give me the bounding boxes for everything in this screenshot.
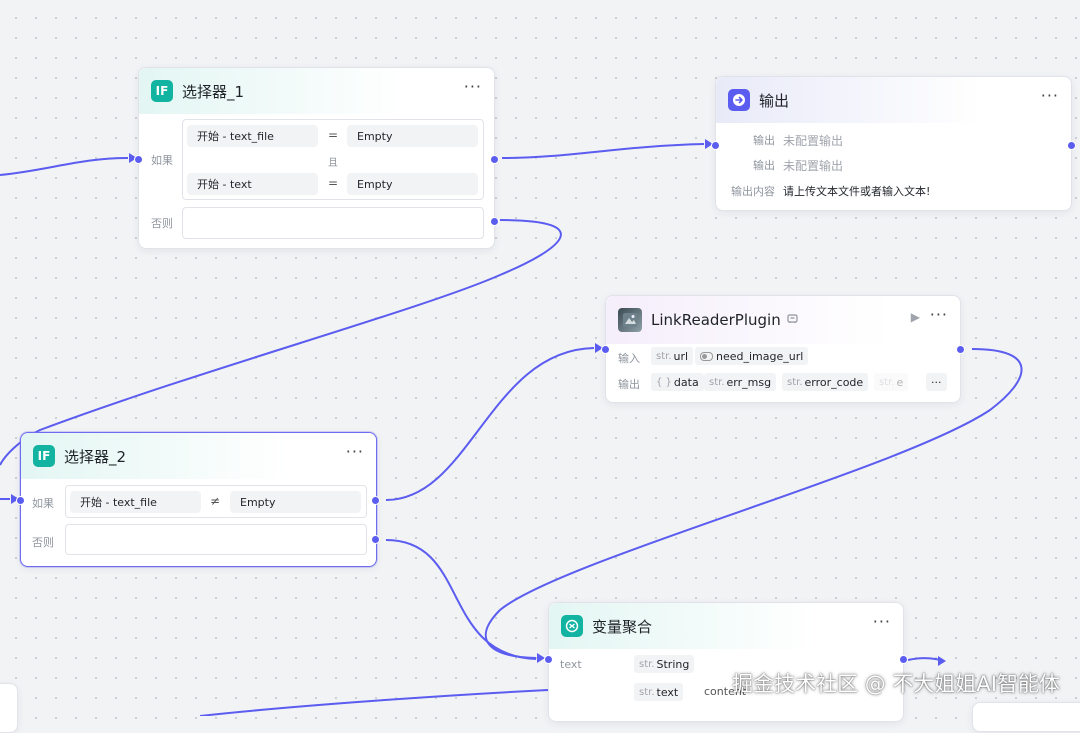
- more-options-icon[interactable]: ···: [464, 79, 482, 95]
- output-port[interactable]: [956, 345, 965, 354]
- condition-right-value[interactable]: Empty: [347, 173, 478, 195]
- variable-aggregator-node[interactable]: 变量聚合 ··· text str. String str. text conten…: [544, 602, 908, 722]
- if-output-port[interactable]: [490, 155, 499, 164]
- variable-tag-text: str. text: [634, 683, 684, 701]
- output-node[interactable]: 输出 ··· 输出 未配置输出 输出 未配置输出 输出内容 请上传文本文件或者输…: [711, 76, 1076, 211]
- output-label: 输出: [618, 378, 640, 391]
- more-options-icon[interactable]: ···: [346, 444, 364, 460]
- output-row-label: 输出: [753, 159, 775, 172]
- input-port[interactable]: [134, 155, 143, 164]
- node-title: 选择器_1: [182, 82, 245, 101]
- if-output-port[interactable]: [371, 496, 380, 505]
- selector-1-node[interactable]: IF 选择器_1 ··· 如果 开始 - text_file = Empty 且…: [134, 67, 499, 249]
- output-param-data: { } data: [651, 373, 704, 391]
- if-label: 如果: [151, 154, 173, 167]
- input-port[interactable]: [544, 655, 553, 664]
- input-port[interactable]: [711, 141, 720, 150]
- edge-aggregator-out: [907, 657, 944, 663]
- aggregator-header: 变量聚合: [549, 603, 903, 649]
- input-port[interactable]: [601, 345, 610, 354]
- output-port[interactable]: [899, 655, 908, 664]
- and-connector: 且: [328, 158, 338, 169]
- plugin-header: LinkReaderPlugin: [606, 296, 960, 344]
- output-header: 输出: [716, 77, 1071, 123]
- node-title: LinkReaderPlugin: [651, 311, 781, 329]
- output-content-label: 输出内容: [731, 185, 775, 198]
- condition-right-value[interactable]: Empty: [230, 491, 361, 513]
- edge-selector1-else-to-selector2: [0, 219, 562, 466]
- condition-left-value[interactable]: 开始 - text_file: [187, 125, 318, 147]
- else-output-port[interactable]: [490, 217, 499, 226]
- condition-left-value[interactable]: 开始 - text: [187, 173, 318, 195]
- output-param-err-msg: str. err_msg: [704, 373, 777, 391]
- edge-left-to-selector1: [0, 157, 129, 176]
- offscreen-node-bottom-right[interactable]: [972, 702, 1080, 732]
- more-params-button[interactable]: ···: [926, 373, 947, 391]
- node-title: 输出: [759, 91, 790, 110]
- condition-left-value[interactable]: 开始 - text_file: [70, 491, 201, 513]
- more-options-icon[interactable]: ···: [1041, 88, 1059, 104]
- output-content-value: 请上传文本文件或者输入文本!: [783, 185, 931, 198]
- output-row-value: 未配置输出: [783, 159, 844, 173]
- input-port[interactable]: [16, 496, 25, 505]
- node-title: 选择器_2: [64, 447, 127, 466]
- condition-operator[interactable]: =: [326, 128, 340, 142]
- else-label: 否则: [151, 217, 173, 230]
- edge-selector2-else-to-aggregator: [385, 539, 537, 660]
- else-branch-box[interactable]: [182, 207, 484, 239]
- plugin-badge-icon: [787, 313, 798, 327]
- selector-2-node[interactable]: IF 选择器_2 ··· 如果 开始 - text_file ≠ Empty 否…: [16, 432, 380, 567]
- output-param-error-code: str. error_code: [782, 373, 869, 391]
- input-param-url: str. url: [651, 347, 694, 365]
- condition-operator[interactable]: =: [326, 176, 340, 190]
- output-arrow-icon: [728, 89, 750, 111]
- toggle-icon: [700, 351, 713, 361]
- input-label: 输入: [618, 352, 640, 365]
- offscreen-node-bottom-left[interactable]: [0, 683, 18, 733]
- condition-group: 开始 - text_file ≠ Empty: [65, 485, 367, 518]
- edge-selector1-if-to-output: [501, 143, 705, 159]
- else-branch-box[interactable]: [65, 524, 367, 555]
- else-output-port[interactable]: [371, 535, 380, 544]
- output-param-truncated: str. e: [874, 373, 909, 391]
- edge-selector2-if-to-plugin: [385, 347, 595, 501]
- aggregate-icon: [561, 615, 583, 637]
- if-icon: IF: [33, 445, 55, 467]
- output-row-label: 输出: [753, 134, 775, 147]
- variable-label: text: [560, 658, 582, 671]
- node-title: 变量聚合: [592, 617, 653, 636]
- more-options-icon[interactable]: ···: [873, 614, 891, 630]
- more-options-icon[interactable]: ···: [930, 307, 948, 323]
- selector-1-header: IF 选择器_1: [139, 68, 494, 114]
- arrow-aggregator-out: [938, 656, 946, 666]
- edge-bottom-left: [199, 689, 549, 716]
- output-row-value: 未配置输出: [783, 134, 844, 148]
- condition-operator[interactable]: ≠: [208, 494, 222, 508]
- else-label: 否则: [32, 536, 54, 549]
- watermark-text: 掘金技术社区 @ 不大姐姐AI智能体: [732, 672, 1060, 696]
- output-port[interactable]: [1067, 141, 1076, 150]
- variable-tag-string: str. String: [634, 655, 695, 673]
- if-icon: IF: [151, 80, 173, 102]
- if-label: 如果: [32, 497, 54, 510]
- condition-group: 开始 - text_file = Empty 且 开始 - text = Emp…: [182, 119, 484, 200]
- input-param-need-image-url: need_image_url: [695, 347, 809, 365]
- link-reader-plugin-node[interactable]: LinkReaderPlugin ▶ ··· 输入 str. url need_i…: [601, 295, 965, 403]
- condition-right-value[interactable]: Empty: [347, 125, 478, 147]
- run-icon[interactable]: ▶: [911, 310, 920, 324]
- plugin-avatar-icon: [618, 308, 642, 332]
- selector-2-header: IF 选择器_2: [21, 433, 376, 479]
